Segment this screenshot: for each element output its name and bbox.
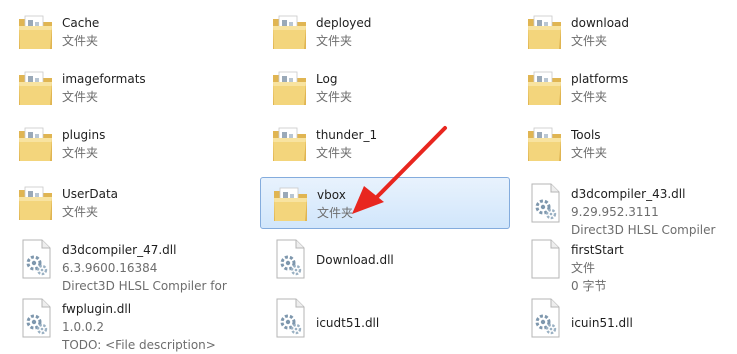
folder-icon [16,66,56,110]
file-item-tools[interactable]: Tools 文件夹 [515,118,730,170]
file-name: icudt51.dll [316,316,380,330]
file-type-or-version: 文件夹 [571,34,608,48]
file-type-or-version: 文件夹 [62,34,99,48]
file-type-or-version: 文件夹 [316,90,353,104]
folder-icon [525,66,565,110]
file-item-fwplugin[interactable]: fwplugin.dll 1.0.0.2 TODO: <File descripti… [6,292,221,352]
file-item-thunder-1[interactable]: thunder_1 文件夹 [260,118,475,170]
file-item-icuin51[interactable]: icuin51.dll [515,292,730,344]
file-name: platforms [571,72,629,86]
file-type-or-version: 文件夹 [62,90,99,104]
file-item-download[interactable]: download 文件夹 [515,6,730,58]
file-name: d3dcompiler_47.dll [62,243,177,257]
file-type-or-version: 6.3.9600.16384 [62,261,158,275]
file-item-vbox[interactable]: vbox 文件夹 [260,177,510,229]
folder-icon [525,122,565,166]
file-item-icudt51[interactable]: icudt51.dll [260,292,475,344]
file-name: UserData [62,187,119,201]
file-item-userdata[interactable]: UserData 文件夹 [6,177,221,229]
file-type-or-version: 文件 [571,261,596,275]
file-name: imageformats [62,72,146,86]
file-item-plugins[interactable]: plugins 文件夹 [6,118,221,170]
file-type-or-version: 1.0.0.2 [62,320,104,334]
file-name: Tools [571,128,601,142]
dll-gear-icon [525,296,565,340]
file-type-or-version: 文件夹 [62,146,99,160]
file-description: TODO: <File description> [62,338,216,352]
folder-icon [525,10,565,54]
dll-gear-icon [525,181,565,225]
file-name: Download.dll [316,253,394,267]
file-item-cache[interactable]: Cache 文件夹 [6,6,221,58]
file-name: thunder_1 [316,128,378,142]
file-item-platforms[interactable]: platforms 文件夹 [515,62,730,114]
file-type-or-version: 文件夹 [571,146,608,160]
file-name: fwplugin.dll [62,302,132,316]
file-item-download-dll[interactable]: Download.dll [260,233,475,285]
file-item-firststart[interactable]: firstStart 文件 0 字节 [515,233,730,293]
file-item-log[interactable]: Log 文件夹 [260,62,475,114]
file-name: deployed [316,16,372,30]
file-type-or-version: 文件夹 [316,146,353,160]
file-name: Log [316,72,338,86]
file-name: vbox [317,188,346,202]
folder-icon [16,122,56,166]
folder-icon [270,10,310,54]
file-type-or-version: 文件夹 [62,205,99,219]
file-name: icuin51.dll [571,316,633,330]
folder-icon [16,181,56,225]
file-item-d3dcompiler-43[interactable]: d3dcompiler_43.dll 9.29.952.3111 Direct3D … [515,177,730,237]
file-item-imageformats[interactable]: imageformats 文件夹 [6,62,221,114]
file-name: Cache [62,16,100,30]
folder-icon [270,122,310,166]
dll-gear-icon [270,237,310,281]
dll-gear-icon [16,237,56,281]
dll-gear-icon [270,296,310,340]
file-type-or-version: 文件夹 [317,206,354,220]
file-type-or-version: 文件夹 [316,34,353,48]
folder-icon [16,10,56,54]
file-item-deployed[interactable]: deployed 文件夹 [260,6,475,58]
folder-icon [270,66,310,110]
file-name: d3dcompiler_43.dll [571,187,686,201]
file-name: download [571,16,630,30]
blank-file-icon [525,237,565,281]
file-name: plugins [62,128,106,142]
file-type-or-version: 9.29.952.3111 [571,205,659,219]
file-name: firstStart [571,243,624,257]
dll-gear-icon [16,296,56,340]
file-item-d3dcompiler-47[interactable]: d3dcompiler_47.dll 6.3.9600.16384 Direct3D… [6,233,227,293]
file-type-or-version: 文件夹 [571,90,608,104]
folder-icon [271,182,311,226]
